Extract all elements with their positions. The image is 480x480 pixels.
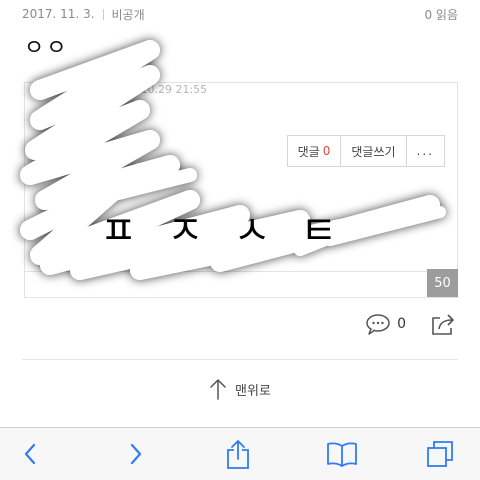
embedded-post-card[interactable]: 2017.10.29 21:55 0 앱으로 댓글 0 댓글쓰기 ... 50 [24,82,458,298]
arrow-up-icon [210,378,226,400]
forward-button[interactable] [120,438,152,470]
book-icon [327,442,357,467]
post-meta-row: 2017. 11. 3. 비공개 0 읽음 [22,0,458,28]
share-sheet-icon [227,440,249,469]
post-actions: 0 [365,312,456,336]
tabs-button[interactable] [424,438,456,470]
app-logo-icon [39,143,59,163]
share-sheet-button[interactable] [222,438,254,470]
overlay-letters: ㅍㅈㅅㅌ [100,208,368,254]
embed-subtitle: 0 [115,97,122,110]
scroll-to-top-label: 맨위로 [235,383,271,399]
comments-label: 댓글 [297,144,320,159]
post-title: ㅇㅇ [24,36,69,61]
scroll-to-top-button[interactable]: 맨위로 [0,378,480,400]
more-options-button[interactable]: ... [405,136,444,166]
comments-button[interactable]: 댓글 0 [288,136,341,166]
write-comment-button[interactable]: 댓글쓰기 [340,136,405,166]
section-divider [22,359,458,360]
share-arrow-icon[interactable] [430,312,456,336]
meta-divider [102,8,104,20]
speech-bubble-icon [366,314,390,335]
embed-divider [25,271,457,272]
comment-count: 0 [397,316,406,332]
back-button[interactable] [14,438,46,470]
comment-button[interactable]: 0 [365,313,406,335]
post-date: 2017. 11. 3. [22,7,95,21]
page-count-badge: 50 [427,269,458,297]
tabs-icon [427,441,453,467]
chevron-left-icon [24,443,36,465]
browser-toolbar [0,427,480,480]
view-count: 0 읽음 [424,7,458,22]
embed-button-group: 댓글 0 댓글쓰기 ... [286,135,445,167]
embed-timestamp: 2017.10.29 21:55 [109,83,208,96]
bookmarks-button[interactable] [326,438,358,470]
comments-count: 0 [322,144,331,158]
post-visibility: 비공개 [111,7,145,22]
chevron-right-icon [130,443,142,465]
app-open-link[interactable]: 앱으로 [63,145,96,162]
